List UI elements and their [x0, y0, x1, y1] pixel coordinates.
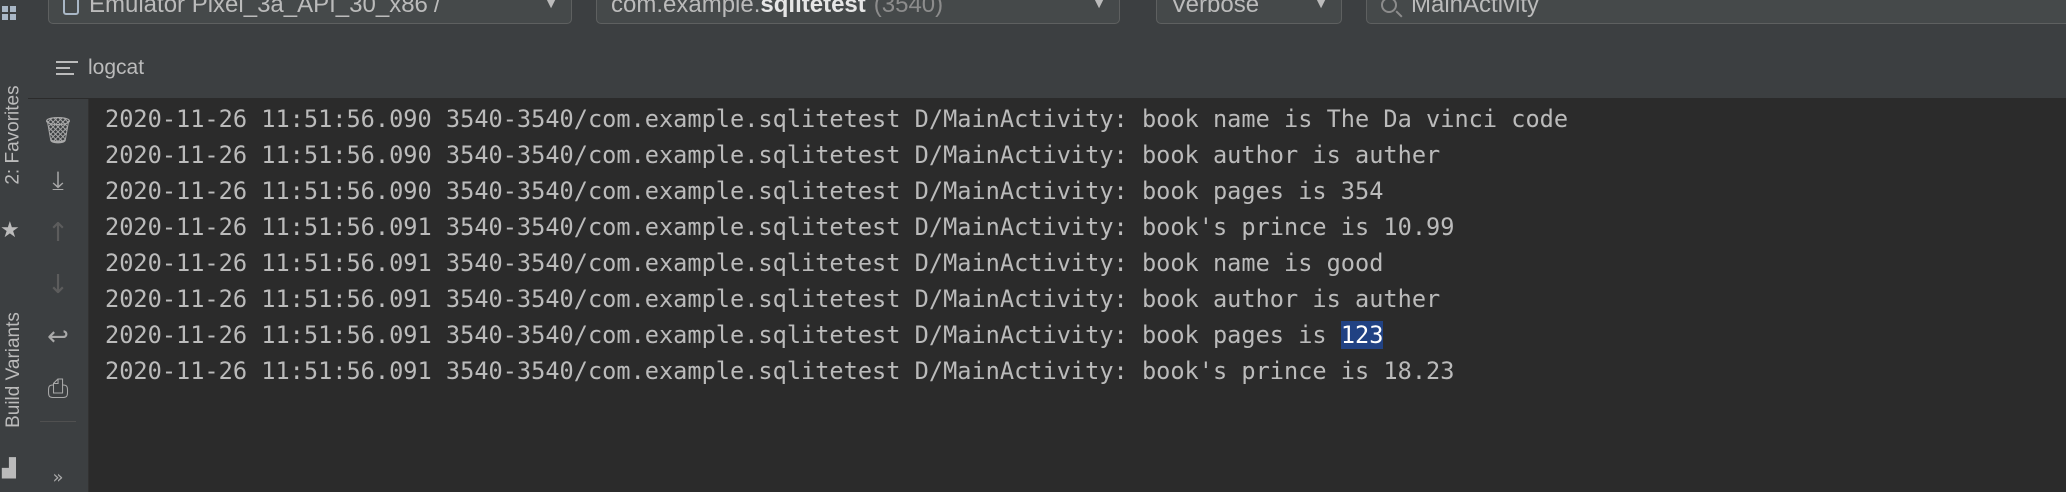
left-tool-strip: 2: Favorites ★ Build Variants ▟: [0, 0, 29, 492]
log-level-value: Verbose: [1171, 0, 1260, 18]
lines-icon: [56, 60, 78, 76]
device-name: Emulator Pixel_3a_API_30_x86: [89, 0, 428, 18]
logcat-header: logcat: [28, 38, 2066, 99]
device-dropdown[interactable]: Emulator Pixel_3a_API_30_x86 / ▼: [48, 0, 572, 24]
selected-text[interactable]: 123: [1340, 321, 1384, 349]
device-icon: [63, 0, 79, 15]
chevron-down-icon: ▼: [1091, 0, 1107, 12]
arrow-down-icon[interactable]: ↓: [42, 269, 74, 301]
log-line[interactable]: 2020-11-26 11:51:56.090 3540-3540/com.ex…: [105, 137, 1440, 173]
log-level-dropdown[interactable]: Verbose ▼: [1156, 0, 1342, 24]
process-name: sqlitetest: [760, 0, 866, 18]
build-variants-tab-label: Build Variants: [3, 312, 25, 428]
log-line[interactable]: 2020-11-26 11:51:56.090 3540-3540/com.ex…: [105, 173, 1383, 209]
process-dropdown[interactable]: com.example. sqlitetest (3540) ▼: [596, 0, 1120, 24]
double-chevron-right-icon[interactable]: »: [42, 461, 74, 492]
favorites-tab-label: 2: Favorites: [3, 85, 25, 185]
log-line[interactable]: 2020-11-26 11:51:56.091 3540-3540/com.ex…: [105, 209, 1454, 245]
log-line[interactable]: 2020-11-26 11:51:56.091 3540-3540/com.ex…: [105, 245, 1383, 281]
search-icon: [1381, 0, 1397, 13]
logcat-toolbar: Emulator Pixel_3a_API_30_x86 / ▼ com.exa…: [28, 0, 2066, 39]
grid-icon[interactable]: [2, 6, 16, 20]
log-line[interactable]: 2020-11-26 11:51:56.091 3540-3540/com.ex…: [105, 317, 1384, 353]
printer-icon[interactable]: ⎙: [42, 373, 74, 405]
log-line[interactable]: 2020-11-26 11:51:56.091 3540-3540/com.ex…: [105, 353, 1454, 389]
action-divider: [40, 421, 76, 422]
search-value: MainActivity: [1411, 0, 1540, 18]
log-line[interactable]: 2020-11-26 11:51:56.091 3540-3540/com.ex…: [105, 281, 1440, 317]
process-pid: (3540): [873, 0, 944, 18]
build-variants-tab[interactable]: Build Variants: [0, 290, 28, 450]
process-prefix: com.example.: [611, 0, 761, 18]
search-input[interactable]: MainActivity: [1366, 0, 2066, 24]
favorites-tab[interactable]: 2: Favorites: [0, 60, 28, 210]
trash-icon[interactable]: 🗑: [42, 115, 75, 147]
logcat-title[interactable]: logcat: [88, 56, 144, 80]
chevron-down-icon: ▼: [543, 0, 559, 12]
soft-wrap-icon[interactable]: ↩: [42, 321, 74, 353]
logcat-window: 2: Favorites ★ Build Variants ▟ Emulator…: [0, 0, 2066, 492]
log-line[interactable]: 2020-11-26 11:51:56.090 3540-3540/com.ex…: [105, 101, 1568, 137]
android-icon[interactable]: ▟: [2, 458, 16, 479]
logcat-action-bar: 🗑 ⤓ ↑ ↓ ↩ ⎙ »: [28, 99, 89, 492]
arrow-up-icon[interactable]: ↑: [42, 217, 74, 249]
scroll-to-end-icon[interactable]: ⤓: [42, 165, 74, 197]
log-output[interactable]: 2020-11-26 11:51:56.090 3540-3540/com.ex…: [89, 99, 2066, 492]
star-icon[interactable]: ★: [0, 218, 20, 243]
chevron-down-icon: ▼: [1313, 0, 1329, 12]
device-suffix: /: [433, 0, 441, 18]
